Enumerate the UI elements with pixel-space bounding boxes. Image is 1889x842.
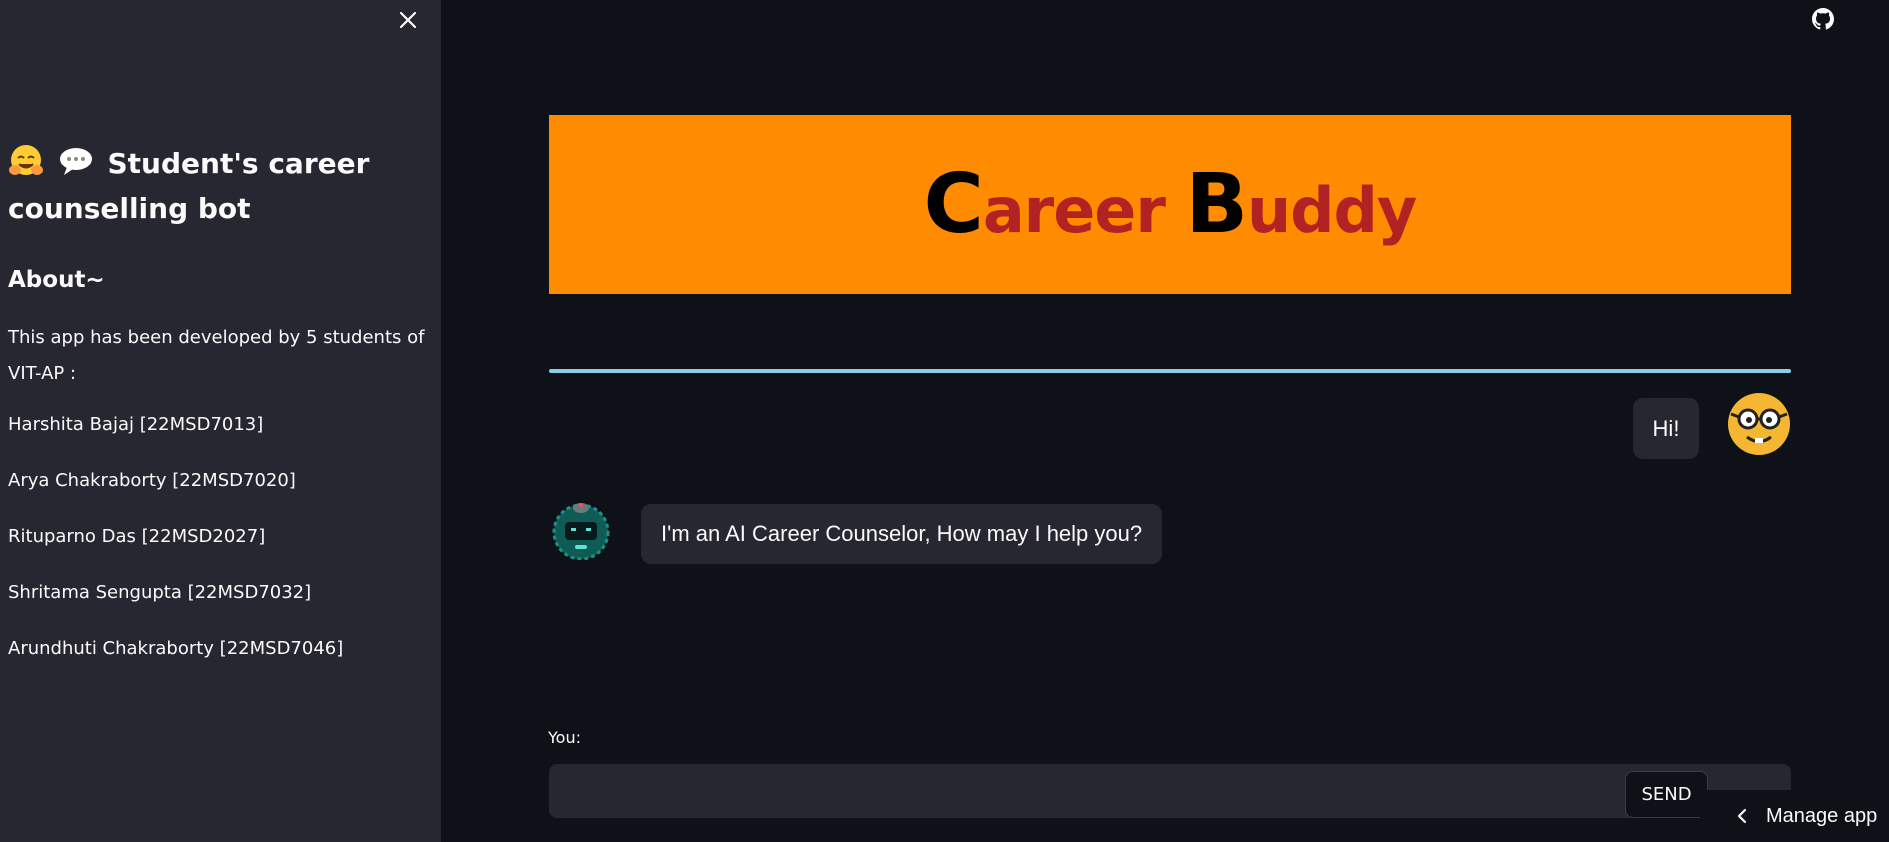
about-heading: About~ — [8, 267, 105, 293]
robot-icon — [551, 500, 611, 561]
close-icon[interactable] — [396, 8, 420, 32]
sidebar-title: Student's career counselling bot — [8, 143, 428, 228]
bot-message: I'm an AI Career Counselor, How may I he… — [641, 504, 1163, 564]
banner-title-areer: areer — [982, 174, 1186, 247]
member-item: Arundhuti Chakraborty [22MSD7046] — [8, 638, 344, 659]
banner-title-b: B — [1185, 157, 1249, 252]
member-item: Harshita Bajaj [22MSD7013] — [8, 414, 264, 435]
manage-app-button[interactable]: Manage app — [1700, 790, 1889, 842]
message-input[interactable] — [549, 764, 1619, 818]
member-item: Rituparno Das [22MSD2027] — [8, 526, 266, 547]
send-button[interactable]: SEND — [1625, 771, 1708, 818]
about-description: This app has been developed by 5 student… — [8, 327, 425, 384]
member-item: Shritama Sengupta [22MSD7032] — [8, 582, 312, 603]
speech-bubble-icon — [58, 143, 94, 189]
career-buddy-banner: Career Buddy — [549, 115, 1791, 294]
banner-title-c: C — [923, 157, 984, 252]
github-icon[interactable] — [1812, 8, 1834, 30]
member-item: Arya Chakraborty [22MSD7020] — [8, 470, 296, 491]
manage-app-label: Manage app — [1766, 804, 1878, 827]
divider — [549, 369, 1791, 373]
input-container — [549, 764, 1791, 818]
sidebar: Student's career counselling bot About~ … — [0, 0, 441, 842]
banner-title-uddy: uddy — [1247, 174, 1417, 247]
user-message: Hi! — [1633, 398, 1699, 459]
nerd-face-icon — [1727, 392, 1791, 456]
input-label: You: — [548, 728, 581, 747]
chevron-left-icon — [1737, 808, 1747, 824]
banner-title: Career Buddy — [923, 157, 1418, 252]
hugging-face-icon — [8, 143, 44, 189]
